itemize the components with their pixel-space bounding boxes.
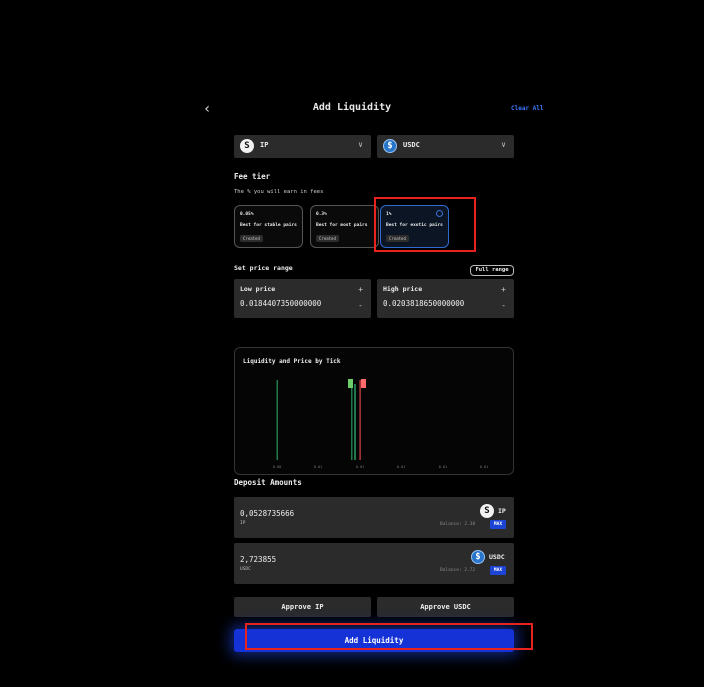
clear-all-button[interactable]: Clear All [511,105,544,112]
fee-pct: 0.05% [240,212,254,217]
liquidity-bar [351,388,353,460]
high-price-handle[interactable] [361,379,366,388]
fee-tier-subtitle: The % you will earn in fees [234,189,324,195]
chart-svg: 0.00 0.01 0.01 0.01 0.01 0.01 [273,379,488,469]
fee-desc: Best for most pairs [316,223,368,228]
liquidity-bar [354,384,356,460]
deposit-ip-symbol: IP [498,507,506,515]
chevron-down-icon: ∨ [501,140,506,149]
low-price-label: Low price [240,285,276,293]
approve-ip-button[interactable]: Approve IP [234,597,371,617]
high-price-label: High price [383,285,423,293]
tick-label: 0.01 [314,465,322,469]
plus-icon[interactable]: + [358,285,363,294]
tick-label: 0.01 [480,465,488,469]
fee-tier-title: Fee tier [234,172,271,181]
fee-tier-option-005[interactable]: 0.05% Best for stable pairs Created [234,205,303,248]
usdc-token-icon: $ [383,139,397,153]
usdc-token-icon: $ [471,550,485,564]
fee-tier-option-03[interactable]: 0.3% Best for most pairs Created [310,205,379,248]
deposit-ip-field[interactable]: 0,0528735666 IP S IP Balance: 2.30 MAX [234,497,514,538]
liquidity-bar [276,380,278,460]
deposit-usdc-balance: Balance: 2.72 [440,568,476,573]
token-b-label: USDC [403,141,420,149]
page-title: Add Liquidity [312,102,392,113]
deposit-ip-balance: Balance: 2.30 [440,522,476,527]
deposit-usdc-symbol: USDC [489,553,505,561]
status-badge: Created [316,235,339,242]
liquidity-chart: Liquidity and Price by Tick 0.00 0.01 0.… [234,347,514,475]
high-price-value[interactable]: 0.0203818650000000 [383,299,464,308]
deposit-usdc-token: USDC [240,567,251,572]
tick-label: 0.01 [439,465,447,469]
token-a-select[interactable]: S IP ∨ [234,135,371,158]
ip-token-icon: S [480,504,494,518]
fee-desc: Best for stable pairs [240,223,297,228]
minus-icon[interactable]: - [501,301,506,310]
minus-icon[interactable]: - [358,301,363,310]
tick-label: 0.01 [397,465,405,469]
deposit-ip-token: IP [240,521,246,526]
deposit-usdc-field[interactable]: 2,723855 USDC $ USDC Balance: 2.72 MAX [234,543,514,584]
high-price-field[interactable]: High price 0.0203818650000000 + - [377,279,514,318]
full-range-button[interactable]: Full range [470,265,514,276]
price-range-title: Set price range [234,264,293,272]
token-a-label: IP [260,141,269,149]
status-badge: Created [240,235,263,242]
current-price-line [359,380,361,460]
tick-label: 0.01 [356,465,364,469]
fee-pct: 0.3% [316,212,327,217]
deposit-ip-amount[interactable]: 0,0528735666 [240,509,294,518]
deposit-usdc-amount[interactable]: 2,723855 [240,555,276,564]
approve-usdc-button[interactable]: Approve USDC [377,597,514,617]
deposit-title: Deposit Amounts [234,478,302,487]
max-button-ip[interactable]: MAX [490,520,506,529]
low-price-handle[interactable] [348,379,353,388]
ip-token-icon: S [240,139,254,153]
highlight-box-fee [374,197,476,252]
token-b-select[interactable]: $ USDC ∨ [377,135,514,158]
chevron-down-icon: ∨ [358,140,363,149]
low-price-field[interactable]: Low price 0.0184407350000000 + - [234,279,371,318]
highlight-box-add [245,623,533,650]
max-button-usdc[interactable]: MAX [490,566,506,575]
tick-label: 0.00 [273,465,281,469]
plus-icon[interactable]: + [501,285,506,294]
low-price-value[interactable]: 0.0184407350000000 [240,299,321,308]
